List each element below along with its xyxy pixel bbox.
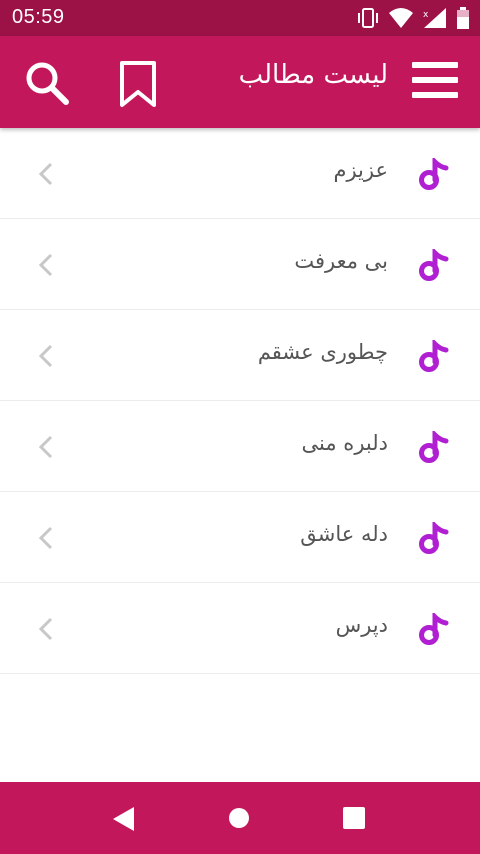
battery-icon xyxy=(457,7,469,29)
list-item[interactable]: بی معرفت xyxy=(0,219,480,310)
music-note-icon xyxy=(419,431,449,463)
search-icon[interactable] xyxy=(24,60,70,106)
app-bar: لیست مطالب xyxy=(0,36,480,128)
music-note-icon xyxy=(419,249,449,281)
list-bottom-space xyxy=(0,690,480,782)
status-bar: 05:59 x xyxy=(0,0,480,36)
list-item[interactable]: دله عاشق xyxy=(0,492,480,583)
list-item-label: دله عاشق xyxy=(300,522,388,546)
vibrate-icon xyxy=(358,8,378,28)
list-item[interactable]: عزیزم xyxy=(0,128,480,219)
list-item-label: بی معرفت xyxy=(294,249,388,273)
music-note-icon xyxy=(419,340,449,372)
chevron-left-icon xyxy=(38,617,53,641)
menu-icon[interactable] xyxy=(412,62,458,102)
music-note-icon xyxy=(419,158,449,190)
music-note-icon xyxy=(419,613,449,645)
chevron-left-icon xyxy=(38,526,53,550)
status-icons: x xyxy=(356,6,470,30)
back-icon[interactable] xyxy=(112,806,136,832)
wifi-icon xyxy=(389,8,413,28)
list-item-label: دلبره منی xyxy=(301,431,388,455)
status-time: 05:59 xyxy=(12,6,65,28)
list-item[interactable]: چطوری عشقم xyxy=(0,310,480,401)
music-note-icon xyxy=(419,522,449,554)
signal-icon: x xyxy=(423,8,446,28)
list-item-label: عزیزم xyxy=(333,158,388,182)
recents-icon[interactable] xyxy=(343,807,365,829)
home-icon[interactable] xyxy=(229,808,249,828)
bookmark-icon[interactable] xyxy=(118,60,158,108)
list-item-label: دپرس xyxy=(335,613,388,637)
svg-text:x: x xyxy=(423,10,429,20)
chevron-left-icon xyxy=(38,344,53,368)
system-nav-bar xyxy=(0,782,480,854)
page-title: لیست مطالب xyxy=(238,60,388,90)
chevron-left-icon xyxy=(38,162,53,186)
chevron-left-icon xyxy=(38,253,53,277)
list-item[interactable]: دپرس xyxy=(0,583,480,674)
list-item-label: چطوری عشقم xyxy=(257,340,388,364)
list-item[interactable]: دلبره منی xyxy=(0,401,480,492)
content-list: عزیزم بی معرفت چطوری عشقم دلبره منی دله … xyxy=(0,128,480,714)
chevron-left-icon xyxy=(38,435,53,459)
